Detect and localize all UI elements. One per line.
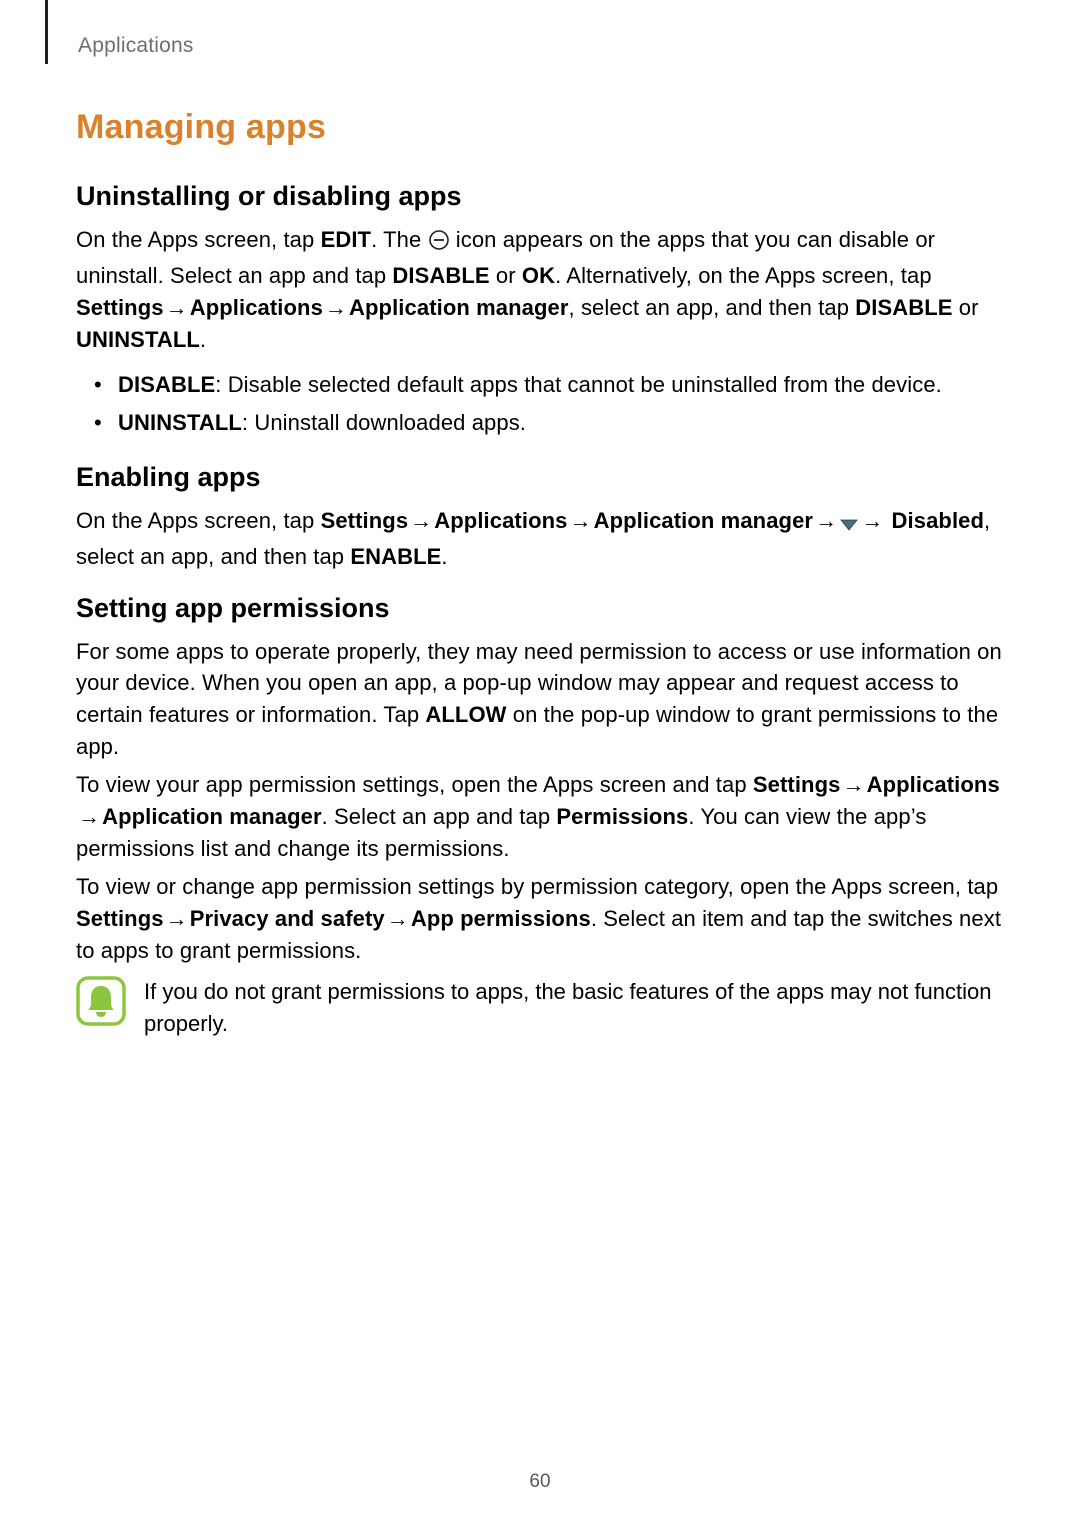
section-permissions: Setting app permissions For some apps to… xyxy=(76,593,1004,1041)
arrow-icon: → xyxy=(408,505,434,537)
list-item: UNINSTALL: Uninstall downloaded apps. xyxy=(76,406,1004,440)
arrow-icon: → xyxy=(164,903,190,935)
text: : Disable selected default apps that can… xyxy=(215,372,942,397)
arrow-icon: → xyxy=(859,505,885,537)
text: . Select an app and tap xyxy=(322,804,557,829)
minus-circle-icon xyxy=(428,228,450,260)
text: On the Apps screen, tap xyxy=(76,227,321,252)
para-perm-1: For some apps to operate properly, they … xyxy=(76,636,1004,764)
heading-enable: Enabling apps xyxy=(76,462,1004,493)
arrow-icon: → xyxy=(840,769,866,801)
term: UNINSTALL xyxy=(118,410,242,435)
label-disable: DISABLE xyxy=(392,263,489,288)
label-permissions: Permissions xyxy=(556,804,688,829)
label-applications: Applications xyxy=(190,295,323,320)
text: . xyxy=(441,544,447,569)
label-disable: DISABLE xyxy=(855,295,952,320)
section-label: Applications xyxy=(78,34,1004,58)
label-enable: ENABLE xyxy=(350,544,441,569)
label-allow: ALLOW xyxy=(425,702,506,727)
label-applications: Applications xyxy=(434,508,567,533)
label-settings: Settings xyxy=(76,295,164,320)
text: . The xyxy=(371,227,427,252)
note-bell-icon xyxy=(76,976,126,1031)
arrow-icon: → xyxy=(385,903,411,935)
section-enable: Enabling apps On the Apps screen, tap Se… xyxy=(76,462,1004,573)
label-app-manager: Application manager xyxy=(102,804,322,829)
text: : Uninstall downloaded apps. xyxy=(242,410,526,435)
text: To view or change app permission setting… xyxy=(76,874,998,899)
bullet-list: DISABLE: Disable selected default apps t… xyxy=(76,368,1004,440)
text: . Alternatively, on the Apps screen, tap xyxy=(555,263,932,288)
text: On the Apps screen, tap xyxy=(76,508,321,533)
heading-permissions: Setting app permissions xyxy=(76,593,1004,624)
label-uninstall: UNINSTALL xyxy=(76,327,200,352)
text: . xyxy=(200,327,206,352)
arrow-icon: → xyxy=(323,292,349,324)
page-title: Managing apps xyxy=(76,108,1004,147)
arrow-icon: → xyxy=(567,505,593,537)
arrow-icon: → xyxy=(813,505,839,537)
note-text: If you do not grant permissions to apps,… xyxy=(144,976,1004,1040)
label-ok: OK xyxy=(522,263,555,288)
text: To view your app permission settings, op… xyxy=(76,772,753,797)
heading-uninstall: Uninstalling or disabling apps xyxy=(76,181,1004,212)
list-item: DISABLE: Disable selected default apps t… xyxy=(76,368,1004,402)
term: DISABLE xyxy=(118,372,215,397)
page: Applications Managing apps Uninstalling … xyxy=(0,0,1080,1527)
para-perm-3: To view or change app permission setting… xyxy=(76,871,1004,967)
label-edit: EDIT xyxy=(321,227,372,252)
para-uninstall: On the Apps screen, tap EDIT. The icon a… xyxy=(76,224,1004,356)
para-enable: On the Apps screen, tap Settings→Applica… xyxy=(76,505,1004,573)
page-number: 60 xyxy=(0,1471,1080,1493)
label-settings: Settings xyxy=(753,772,841,797)
header-rule xyxy=(45,0,48,64)
note-block: If you do not grant permissions to apps,… xyxy=(76,976,1004,1040)
text: or xyxy=(490,263,522,288)
section-uninstall: Uninstalling or disabling apps On the Ap… xyxy=(76,181,1004,440)
para-perm-2: To view your app permission settings, op… xyxy=(76,769,1004,865)
text: or xyxy=(953,295,979,320)
label-settings: Settings xyxy=(321,508,409,533)
text: , select an app, and then tap xyxy=(569,295,856,320)
dropdown-triangle-icon xyxy=(839,509,859,541)
label-app-permissions: App permissions xyxy=(411,906,591,931)
label-disabled: Disabled xyxy=(892,508,985,533)
label-app-manager: Application manager xyxy=(594,508,814,533)
label-app-manager: Application manager xyxy=(349,295,569,320)
arrow-icon: → xyxy=(76,801,102,833)
arrow-icon: → xyxy=(164,292,190,324)
label-settings: Settings xyxy=(76,906,164,931)
label-privacy: Privacy and safety xyxy=(190,906,385,931)
label-applications: Applications xyxy=(867,772,1000,797)
